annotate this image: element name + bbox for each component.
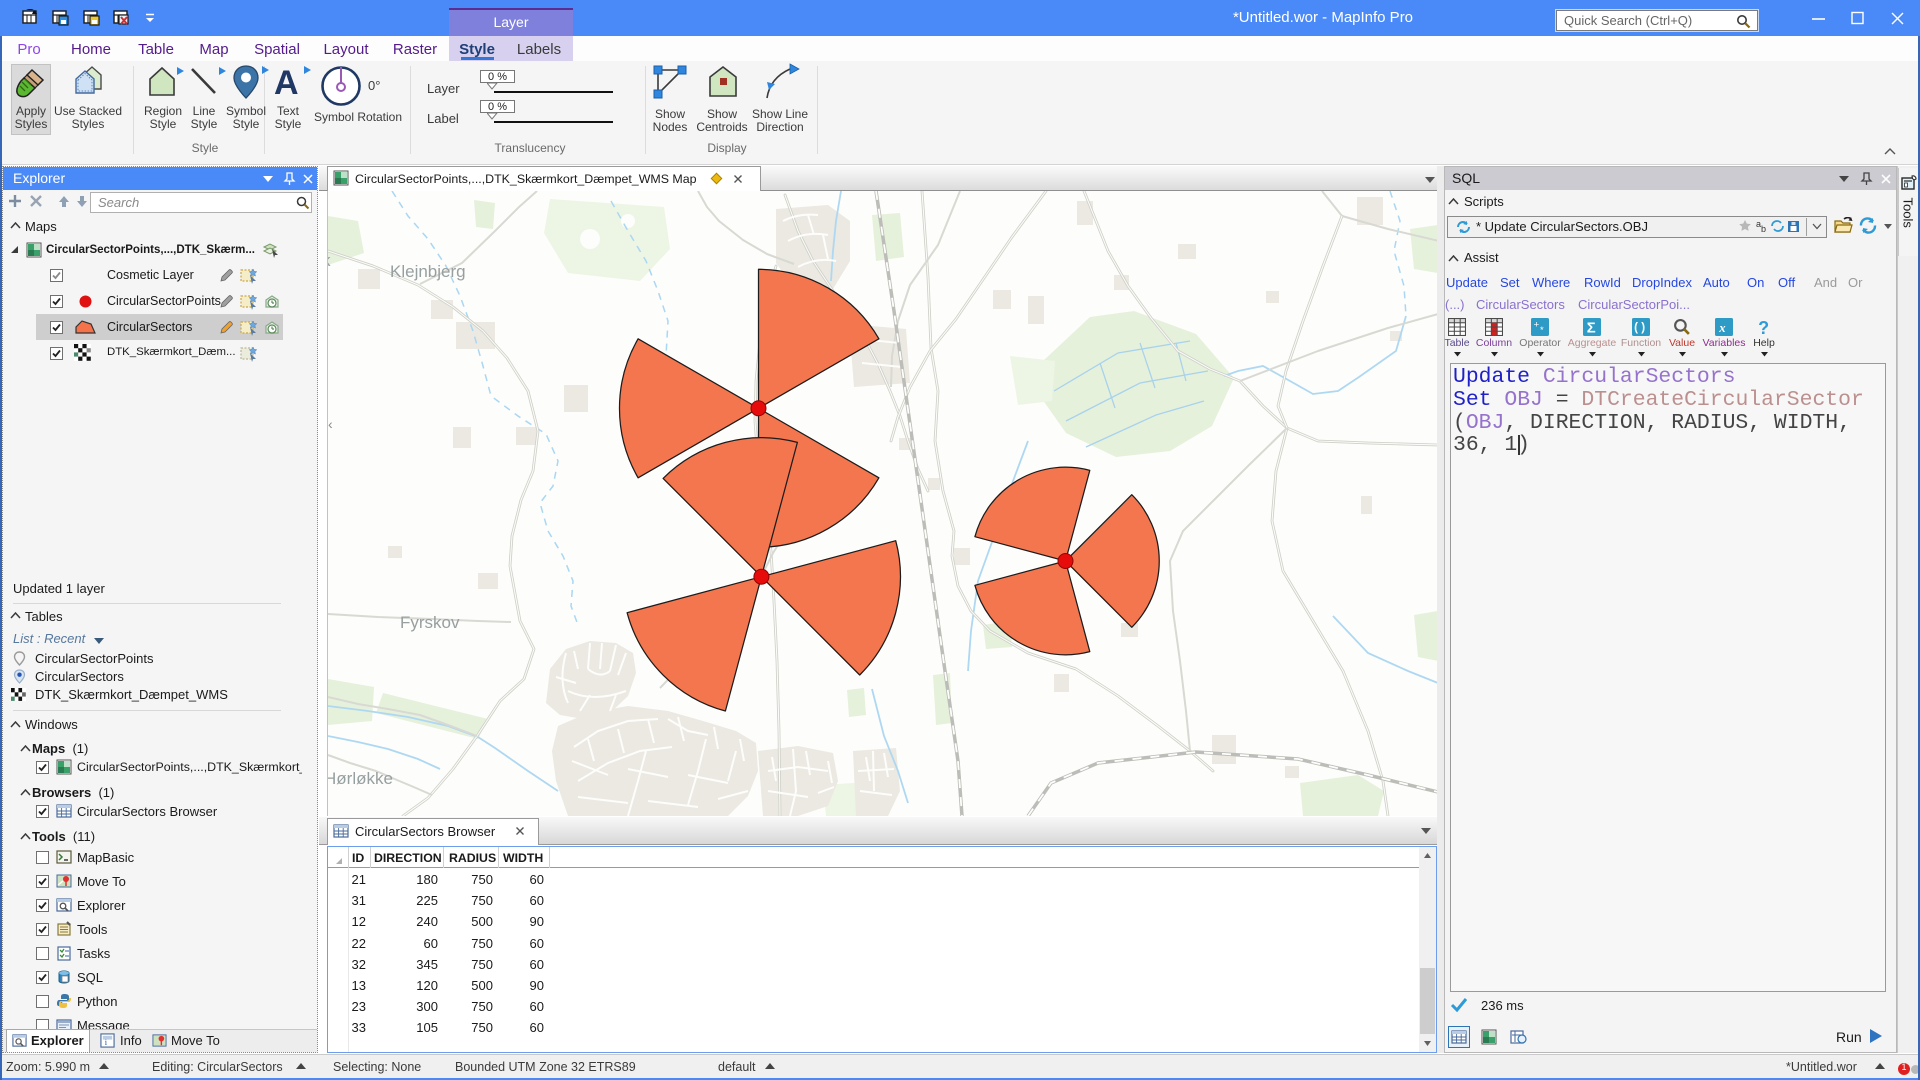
svg-text:?: ? xyxy=(1758,318,1769,336)
svg-text:Σ: Σ xyxy=(1587,320,1596,336)
svg-text:( ): ( ) xyxy=(1634,321,1645,334)
svg-text:A: A xyxy=(274,64,299,102)
svg-text:x: x xyxy=(1718,321,1726,335)
svg-text:Klejnbjerg: Klejnbjerg xyxy=(390,262,466,281)
svg-text:+: + xyxy=(1534,320,1540,331)
svg-text:b: b xyxy=(1761,224,1766,234)
svg-text:Hørløkke: Hørløkke xyxy=(328,769,393,788)
svg-text:Fyrskov: Fyrskov xyxy=(400,613,460,632)
svg-text:*: * xyxy=(1540,325,1544,336)
